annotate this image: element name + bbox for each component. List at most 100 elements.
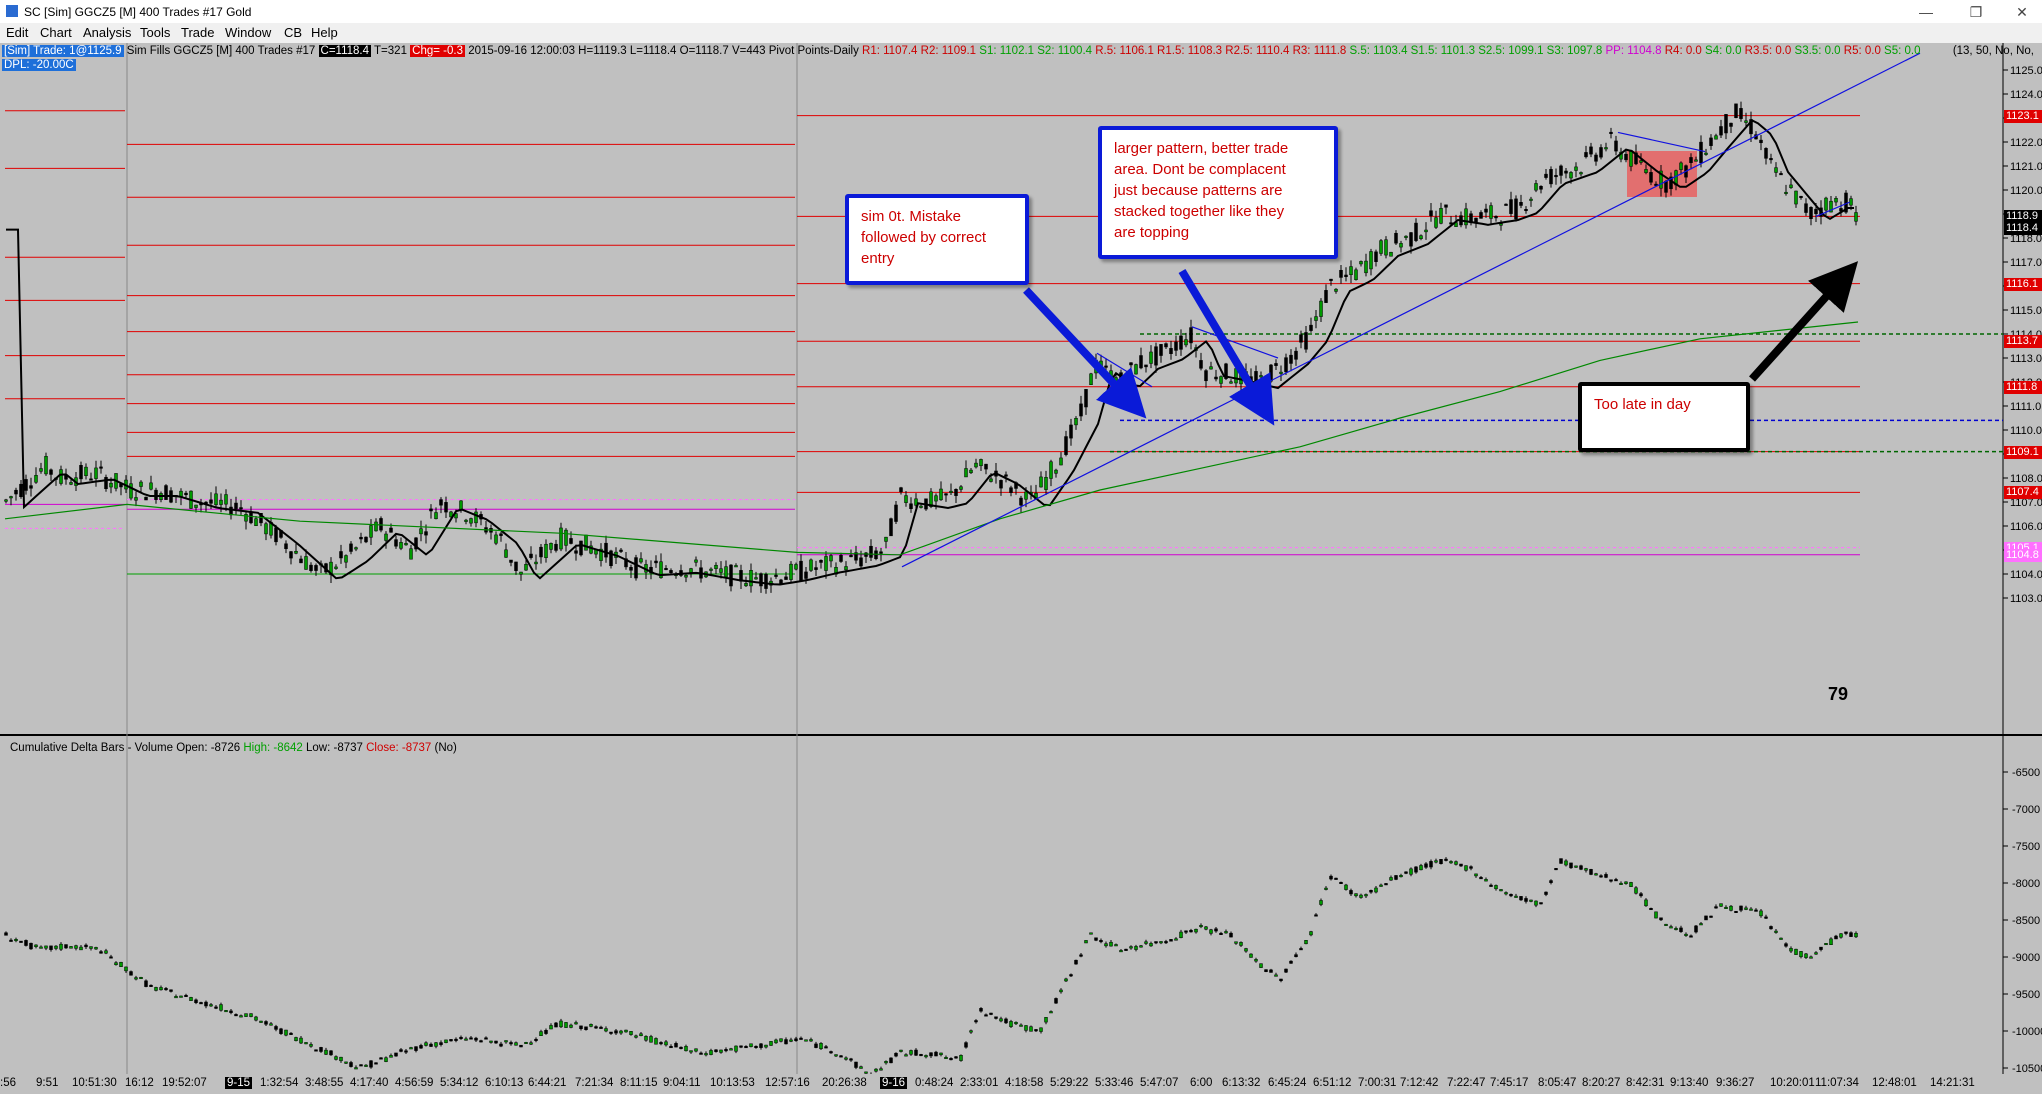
candle-body — [1369, 251, 1373, 270]
delta-body — [1279, 978, 1283, 982]
delta-body — [1704, 915, 1708, 921]
pivot-value: S1.5: 1101.3 — [1407, 45, 1476, 57]
delta-body — [619, 1030, 623, 1034]
delta-body — [204, 1001, 208, 1007]
chart-area[interactable]: 1125.01124.01123.01122.01121.01120.01119… — [0, 43, 2042, 1074]
pivot-value: S4: 0.0 — [1701, 45, 1742, 57]
delta-body — [534, 1038, 538, 1041]
menu-tools[interactable]: Tools — [140, 25, 170, 40]
candle-body — [9, 496, 13, 499]
candle-body — [1644, 169, 1648, 173]
candle-body — [514, 561, 518, 571]
delta-body — [504, 1040, 508, 1043]
candle-body — [69, 482, 73, 485]
delta-body — [64, 944, 68, 949]
candle-body — [1189, 327, 1193, 344]
candle-body — [439, 499, 443, 506]
minimize-button[interactable]: — — [1908, 2, 1944, 22]
candle-body — [584, 534, 588, 551]
delta-body — [194, 999, 198, 1003]
delta-body — [109, 956, 113, 959]
annotation-note-mistake[interactable]: sim 0t. Mistake followed by correct entr… — [845, 194, 1029, 285]
menu-analysis[interactable]: Analysis — [83, 25, 131, 40]
menu-trade[interactable]: Trade — [181, 25, 214, 40]
delta-body — [739, 1045, 743, 1048]
candle-body — [979, 459, 983, 467]
delta-body — [324, 1049, 328, 1055]
delta-axis-label: -10500 — [2012, 1063, 2042, 1074]
delta-body — [814, 1043, 818, 1048]
delta-body — [1179, 931, 1183, 938]
candle-body — [349, 543, 353, 552]
pivot-value: PP: 1104.8 — [1602, 45, 1662, 57]
delta-body — [1324, 887, 1328, 890]
delta-body — [354, 1067, 358, 1070]
candle-body — [1679, 162, 1683, 170]
delta-body — [1719, 903, 1723, 907]
delta-body — [254, 1016, 258, 1021]
delta-body — [1514, 895, 1518, 898]
delta-body — [1539, 902, 1543, 905]
delta-body — [664, 1041, 668, 1046]
candle-body — [1069, 424, 1073, 439]
candle-body — [1379, 240, 1383, 254]
delta-body — [1809, 956, 1813, 959]
window-title: SC [Sim] GGCZ5 [M] 400 Trades #17 Gold — [24, 5, 252, 19]
menu-cb[interactable]: CB — [284, 25, 302, 40]
annotation-note-pattern[interactable]: larger pattern, better trade area. Dont … — [1098, 126, 1338, 259]
candle-body — [1414, 222, 1418, 241]
delta-body — [1794, 948, 1798, 955]
candle-body — [1729, 122, 1733, 127]
delta-body — [389, 1055, 393, 1058]
annotation-note-late[interactable]: Too late in day — [1578, 382, 1750, 452]
delta-body — [1504, 892, 1508, 895]
delta-body — [1024, 1025, 1028, 1031]
delta-body — [379, 1057, 383, 1060]
candle-body — [1609, 131, 1613, 134]
delta-body — [424, 1042, 428, 1046]
delta-body — [639, 1033, 643, 1037]
price-axis-label: 1104.0 — [2010, 569, 2042, 581]
close-badge: C=1118.4 — [318, 45, 372, 57]
maximize-button[interactable]: ❐ — [1958, 2, 1994, 22]
delta-body — [1799, 951, 1803, 958]
delta-body — [239, 1015, 243, 1018]
delta-body — [1009, 1021, 1013, 1027]
pivot-value: R2: 1109.1 — [917, 45, 977, 57]
time-axis-label: 19:52:07 — [162, 1077, 207, 1089]
candle-body — [1074, 418, 1078, 426]
delta-body — [139, 977, 143, 980]
candle-body — [939, 488, 943, 501]
candle-body — [984, 463, 988, 470]
delta-body — [799, 1037, 803, 1040]
delta-body — [1084, 940, 1088, 944]
delta-body — [1079, 954, 1083, 957]
delta-body — [1534, 900, 1538, 906]
delta-body — [1409, 868, 1413, 875]
delta-axis-label: -9000 — [2012, 952, 2040, 964]
delta-body — [1154, 941, 1158, 944]
candle-body — [1299, 334, 1303, 343]
menu-window[interactable]: Window — [225, 25, 271, 40]
menu-chart[interactable]: Chart — [40, 25, 72, 40]
delta-body — [839, 1055, 843, 1058]
candle-body — [1744, 120, 1748, 123]
delta-body — [1689, 935, 1693, 938]
menu-edit[interactable]: Edit — [6, 25, 28, 40]
candle-body — [1444, 204, 1448, 208]
candle-body — [409, 548, 413, 560]
delta-body — [1479, 877, 1483, 880]
close-button[interactable]: ✕ — [2004, 2, 2040, 22]
candle-body — [1209, 366, 1213, 370]
delta-body — [1139, 945, 1143, 948]
delta-body — [1474, 873, 1478, 877]
candle-body — [1799, 195, 1803, 198]
delta-body — [699, 1052, 703, 1055]
candle-body — [734, 565, 738, 568]
delta-body — [1734, 910, 1738, 913]
candle-body — [1064, 436, 1068, 455]
delta-body — [1584, 868, 1588, 871]
delta-body — [1369, 890, 1373, 893]
delta-body — [1309, 931, 1313, 936]
menu-help[interactable]: Help — [311, 25, 338, 40]
